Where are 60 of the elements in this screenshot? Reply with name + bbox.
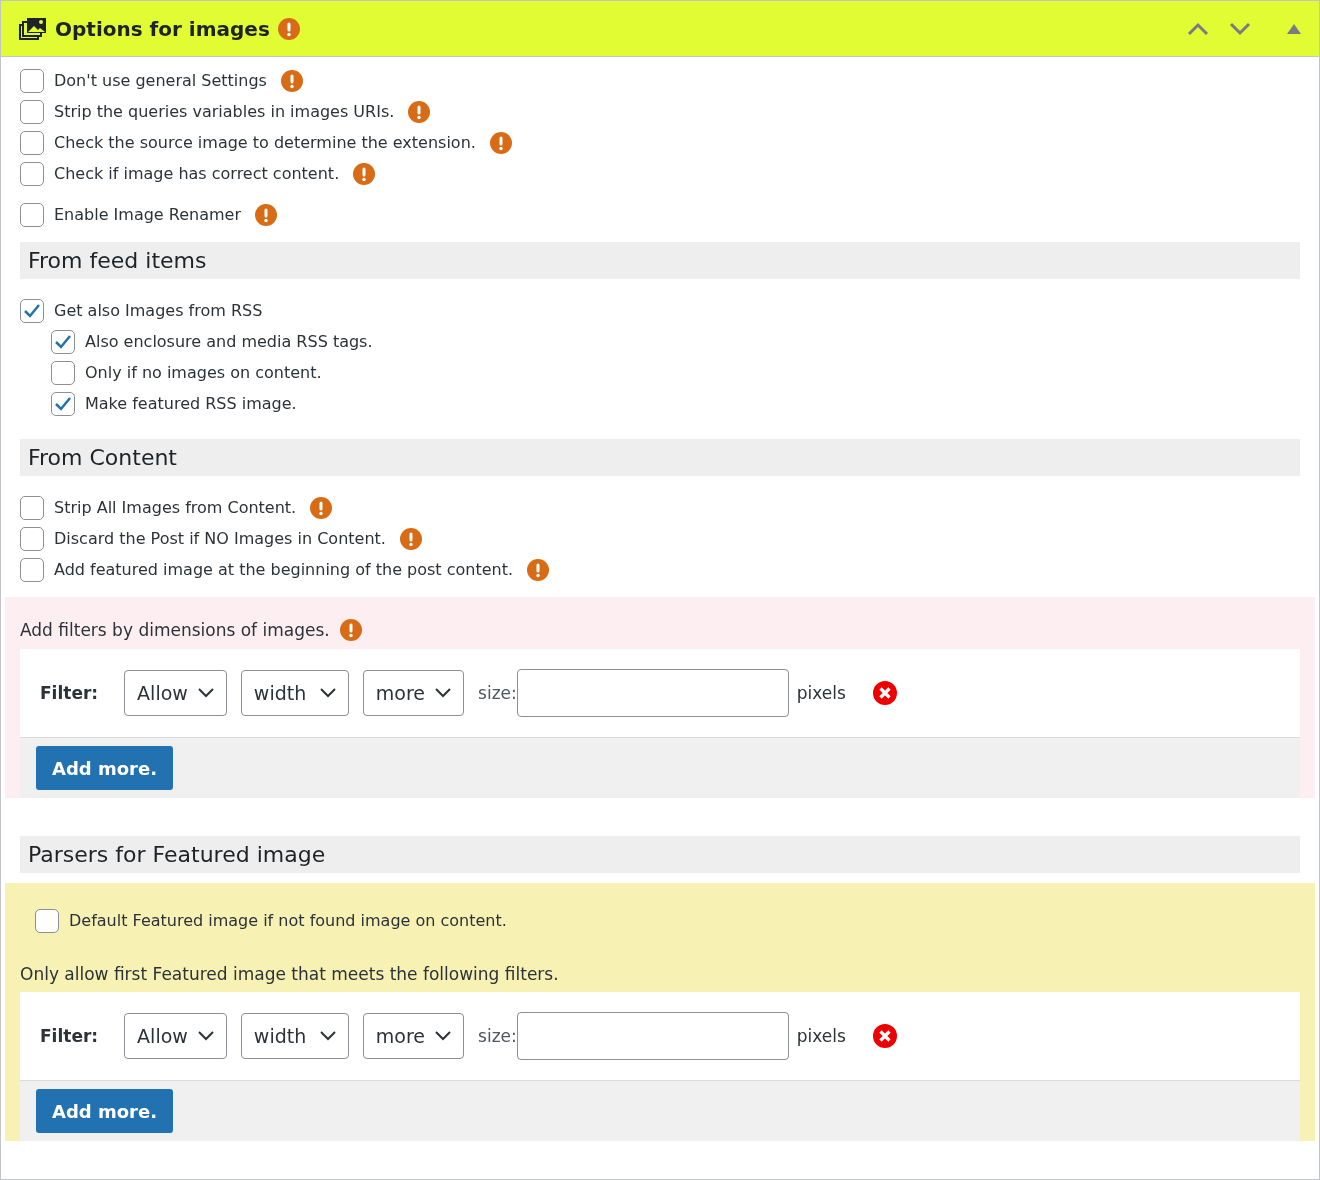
checkbox[interactable] [20, 99, 44, 124]
checkbox-label: Get also Images from RSS [54, 301, 263, 320]
panel-title: Options for images [55, 16, 270, 41]
chevron-up-icon [1187, 21, 1209, 36]
filter-label: Filter: [40, 1026, 99, 1046]
checkbox[interactable] [35, 908, 59, 933]
checkbox[interactable] [51, 360, 75, 385]
chevron-down-icon [435, 1031, 452, 1041]
size-label: size: [478, 683, 517, 703]
section-heading: Parsers for Featured image [20, 836, 1300, 873]
remove-icon[interactable] [871, 1023, 898, 1049]
comparison-select[interactable]: more [362, 670, 465, 716]
checkbox-label: Check the source image to determine the extension. [54, 133, 476, 152]
chevron-down-icon [319, 1031, 336, 1041]
checkbox[interactable] [51, 391, 75, 416]
checkbox-label: Strip the queries variables in images URIs. [54, 102, 395, 121]
checkbox[interactable] [51, 329, 75, 354]
checkbox-label: Don't use general Settings [54, 71, 267, 90]
checkbox-label: Strip All Images from Content. [54, 498, 297, 517]
action-select[interactable]: Allow [124, 1013, 227, 1059]
comparison-select[interactable]: more [362, 1013, 465, 1059]
triangle-up-icon [1287, 23, 1301, 34]
filters-label: Add filters by dimensions of images. [20, 620, 330, 640]
size-label: size: [478, 1026, 517, 1046]
checkbox-label: Discard the Post if NO Images in Content. [54, 529, 386, 548]
checkbox[interactable] [20, 202, 44, 227]
checkbox[interactable] [20, 298, 44, 323]
size-input[interactable] [516, 1012, 789, 1060]
chevron-down-icon [435, 688, 452, 698]
section-heading: From Content [20, 439, 1300, 476]
chevron-down-icon [197, 1031, 214, 1041]
action-select[interactable]: Allow [124, 670, 227, 716]
checkbox-label: Check if image has correct content. [54, 164, 340, 183]
section-heading: From feed items [20, 242, 1300, 279]
checkbox[interactable] [20, 526, 44, 551]
filters-label: Only allow first Featured image that meets the following filters. [20, 964, 559, 984]
remove-icon[interactable] [871, 680, 898, 706]
chevron-down-icon [319, 688, 336, 698]
checkbox[interactable] [20, 161, 44, 186]
add-more-button[interactable]: Add more. [36, 1089, 173, 1133]
unit-label: pixels [796, 1026, 846, 1046]
unit-label: pixels [796, 683, 846, 703]
checkbox-label: Add featured image at the beginning of the post content. [54, 560, 514, 579]
checkbox[interactable] [20, 68, 44, 93]
checkbox-label: Also enclosure and media RSS tags. [85, 332, 373, 351]
checkbox-label: Make featured RSS image. [85, 394, 297, 413]
checkbox-label: Enable Image Renamer [54, 205, 241, 224]
size-input[interactable] [516, 669, 789, 717]
checkbox[interactable] [20, 557, 44, 582]
dimension-select[interactable]: width [240, 670, 349, 716]
checkbox[interactable] [20, 495, 44, 520]
chevron-down-icon [197, 688, 214, 698]
checkbox-label: Only if no images on content. [85, 363, 322, 382]
checkbox[interactable] [20, 130, 44, 155]
add-more-button[interactable]: Add more. [36, 746, 173, 790]
filter-label: Filter: [40, 683, 99, 703]
checkbox-label: Default Featured image if not found image on content. [69, 911, 507, 930]
dimension-select[interactable]: width [240, 1013, 349, 1059]
images-icon [19, 16, 47, 41]
chevron-down-icon [1229, 21, 1251, 36]
